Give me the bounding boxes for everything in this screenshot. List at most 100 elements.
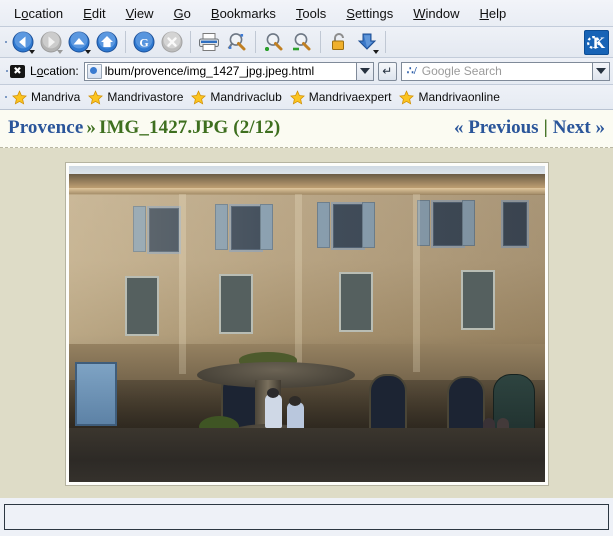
go-button[interactable]: ↵: [378, 62, 397, 81]
bookmark-bar-grip[interactable]: [2, 82, 9, 112]
toolbar-grip[interactable]: [2, 27, 9, 57]
page-viewport: Provence»IMG_1427.JPG (2/12) « Previous …: [0, 110, 613, 498]
page-title: IMG_1427.JPG (2/12): [99, 117, 280, 138]
menu-settings[interactable]: Settings: [336, 3, 403, 24]
star-icon: [399, 90, 414, 105]
find-button[interactable]: [223, 28, 251, 56]
breadcrumb-album-link[interactable]: Provence: [8, 117, 83, 138]
zoom-in-button[interactable]: [260, 28, 288, 56]
location-label: Location:: [30, 64, 79, 78]
menu-location[interactable]: Location: [4, 3, 73, 24]
main-toolbar: G: [0, 27, 613, 58]
menu-edit[interactable]: Edit: [73, 3, 115, 24]
gallery-photo[interactable]: [69, 166, 545, 482]
gallery-navigation: « Previous | Next »: [454, 117, 605, 139]
photo-frame: [65, 162, 549, 486]
bookmark-label: Mandrivastore: [107, 90, 183, 104]
back-button[interactable]: [9, 28, 37, 56]
next-link[interactable]: Next »: [553, 117, 605, 139]
zoom-out-button[interactable]: [288, 28, 316, 56]
breadcrumb: Provence»IMG_1427.JPG (2/12): [8, 117, 280, 139]
stop-button[interactable]: [158, 28, 186, 56]
printer-icon: [197, 31, 221, 53]
clear-location-icon[interactable]: ✖: [10, 65, 25, 78]
url-history-dropdown[interactable]: [356, 62, 374, 81]
menu-view[interactable]: View: [116, 3, 164, 24]
toolbar-separator-2: [190, 31, 191, 53]
kde-logo[interactable]: K: [584, 30, 609, 55]
bookmark-toolbar: Mandriva Mandrivastore Mandrivaclub Mand…: [0, 85, 613, 110]
photo-area: [0, 148, 613, 498]
photo-window: [339, 272, 373, 332]
back-history-caret[interactable]: [29, 50, 35, 54]
photo-window: [219, 274, 253, 334]
google-search-icon: ∴/: [405, 65, 419, 78]
security-button[interactable]: [325, 28, 353, 56]
bookmark-label: Mandrivaonline: [418, 90, 499, 104]
star-icon: [290, 90, 305, 105]
konqueror-window: Location Edit View Go Bookmarks Tools Se…: [0, 0, 613, 536]
zoom-out-icon: [291, 31, 313, 53]
location-bar: ✖ Location: lbum/provence/img_1427_jpg.j…: [0, 58, 613, 85]
bookmark-mandrivaclub[interactable]: Mandrivaclub: [188, 88, 286, 107]
print-button[interactable]: [195, 28, 223, 56]
zoom-in-icon: [263, 31, 285, 53]
menu-go[interactable]: Go: [164, 3, 201, 24]
home-button[interactable]: [93, 28, 121, 56]
menu-bar: Location Edit View Go Bookmarks Tools Se…: [0, 0, 613, 27]
toolbar-separator-3: [255, 31, 256, 53]
up-history-caret[interactable]: [85, 50, 91, 54]
svg-text:K: K: [593, 35, 606, 52]
menu-bookmarks[interactable]: Bookmarks: [201, 3, 286, 24]
breadcrumb-separator: »: [83, 117, 99, 138]
bookmark-mandrivaexpert[interactable]: Mandrivaexpert: [287, 88, 397, 107]
star-icon: [191, 90, 206, 105]
search-placeholder: Google Search: [422, 64, 502, 78]
photo-pilaster: [179, 194, 186, 374]
previous-link[interactable]: « Previous: [454, 117, 539, 139]
reload-button[interactable]: G: [130, 28, 158, 56]
photo-person: [265, 394, 282, 428]
url-text: lbum/provence/img_1427_jpg.jpeg.html: [105, 64, 314, 78]
page-favicon-icon: [87, 64, 102, 79]
photo-person-head: [267, 388, 279, 398]
home-icon: [96, 31, 118, 53]
bookmark-label: Mandriva: [31, 90, 80, 104]
kde-gear-k-icon: K: [586, 32, 607, 53]
up-button[interactable]: [65, 28, 93, 56]
toolbar-separator-1: [125, 31, 126, 53]
photo-window: [461, 270, 495, 330]
photo-arched-window: [447, 376, 485, 434]
url-field[interactable]: lbum/provence/img_1427_jpg.jpeg.html: [84, 62, 356, 81]
photo-blue-door: [75, 362, 117, 426]
star-icon: [88, 90, 103, 105]
status-text: [4, 504, 609, 530]
menu-window[interactable]: Window: [403, 3, 469, 24]
gallery-header: Provence»IMG_1427.JPG (2/12) « Previous …: [0, 110, 613, 148]
forward-history-caret[interactable]: [57, 50, 63, 54]
enter-arrow-icon: ↵: [382, 64, 392, 78]
chevron-down-icon: [596, 68, 606, 74]
downloads-caret[interactable]: [373, 50, 379, 54]
svg-text:G: G: [139, 36, 148, 50]
star-icon: [12, 90, 27, 105]
menu-help[interactable]: Help: [470, 3, 517, 24]
nav-divider: |: [539, 117, 553, 139]
bookmark-label: Mandrivaclub: [210, 90, 281, 104]
downloads-button[interactable]: [353, 28, 381, 56]
photo-pilaster: [413, 194, 420, 372]
photo-window: [125, 276, 159, 336]
toolbar-separator-4: [320, 31, 321, 53]
forward-button[interactable]: [37, 28, 65, 56]
bookmark-mandriva[interactable]: Mandriva: [9, 88, 85, 107]
stop-icon: [161, 31, 183, 53]
menu-tools[interactable]: Tools: [286, 3, 336, 24]
photo-person-head: [289, 396, 301, 406]
search-engine-dropdown[interactable]: [592, 62, 610, 81]
toolbar-separator-5: [385, 31, 386, 53]
bookmark-mandrivastore[interactable]: Mandrivastore: [85, 88, 188, 107]
photo-pilaster: [295, 194, 302, 374]
reload-icon: G: [133, 31, 155, 53]
bookmark-mandrivaonline[interactable]: Mandrivaonline: [396, 88, 504, 107]
search-field[interactable]: ∴/ Google Search: [401, 62, 592, 81]
